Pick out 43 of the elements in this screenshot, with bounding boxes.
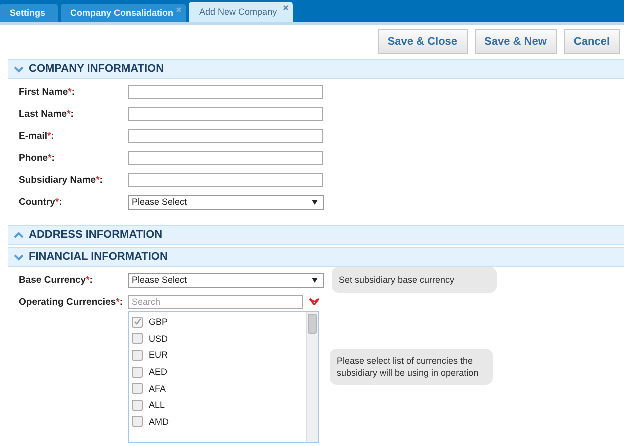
currency-option[interactable]: USD [129, 330, 306, 348]
label-colon: : [120, 297, 124, 308]
label-colon: : [51, 131, 54, 142]
section-header[interactable]: FINANCIAL INFORMATION [8, 247, 624, 267]
select-field[interactable]: Please Select [128, 195, 324, 210]
field-label: First Name [19, 87, 68, 98]
required-mark: * [67, 109, 71, 120]
hint-bubble: Please select list of currencies the subsidiary will be using in operation [330, 349, 493, 385]
label-colon: : [100, 175, 103, 186]
label-colon: : [52, 153, 55, 164]
required-mark: * [55, 197, 60, 208]
select-field[interactable]: Please Select [128, 273, 324, 288]
section-header[interactable]: ADDRESS INFORMATION [8, 225, 624, 245]
currency-option[interactable]: GBP [129, 314, 306, 331]
required-mark: * [48, 153, 52, 164]
toolbar-button[interactable]: Save & New [474, 29, 557, 54]
required-mark: * [96, 175, 100, 186]
required-mark: * [48, 131, 52, 142]
toolbar-button[interactable]: Cancel [564, 29, 620, 54]
label-colon: : [59, 197, 62, 208]
field-label: Phone [19, 153, 48, 164]
section-header[interactable]: COMPANY INFORMATION [8, 59, 624, 79]
field-label: Operating Currencies [19, 297, 116, 308]
currency-option[interactable]: AFA [129, 380, 306, 397]
currency-option[interactable]: AMD [129, 414, 306, 430]
field-label: E-mail [19, 131, 48, 142]
tab[interactable]: Add New Company [188, 2, 294, 22]
toolbar-button[interactable]: Save & Close [378, 29, 468, 54]
hint-bubble: Set subsidiary base currency [332, 267, 497, 293]
currency-option[interactable]: ALL [129, 396, 306, 414]
field-label: Country [19, 197, 56, 208]
required-mark: * [116, 297, 120, 308]
field-label: Subsidiary Name [19, 175, 96, 186]
search-field[interactable]: Search [128, 295, 303, 309]
field-label: Last Name [19, 109, 68, 120]
field-label: Base Currency [19, 275, 86, 286]
label-colon: : [70, 109, 74, 120]
label-colon: : [72, 87, 75, 98]
required-mark: * [86, 275, 90, 286]
label-colon: : [90, 275, 93, 286]
required-mark: * [68, 87, 72, 98]
currency-option[interactable]: AED [129, 364, 306, 380]
currency-option[interactable]: EUR [129, 347, 306, 364]
